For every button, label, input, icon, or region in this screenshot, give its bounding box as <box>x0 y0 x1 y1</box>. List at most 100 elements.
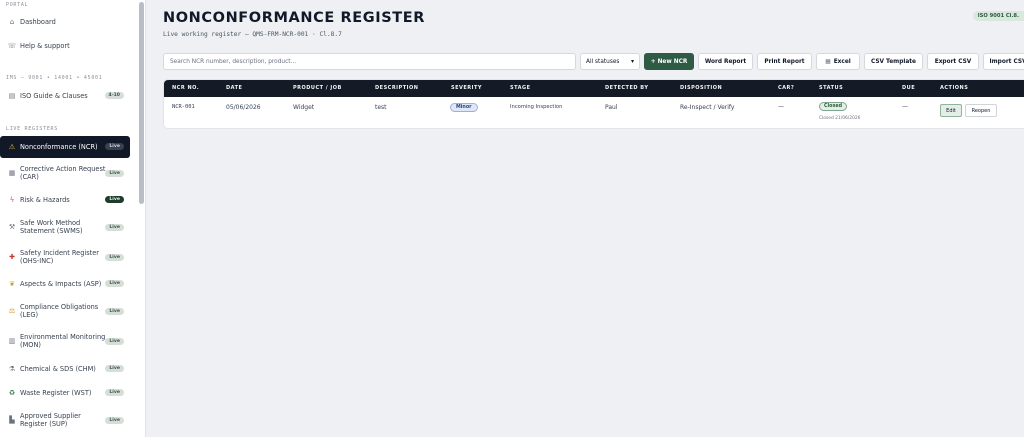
excel-button-label: Excel <box>833 58 851 65</box>
iso-clause-badge: ISO 9001 Cl.8. <box>972 11 1024 21</box>
col-description[interactable]: DESCRIPTION <box>375 85 418 91</box>
sidebar-item-dashboard[interactable]: ⌂ Dashboard <box>0 15 130 29</box>
tools-icon: ⚒ <box>8 223 16 231</box>
status-filter-select[interactable]: All statuses ▾ <box>580 53 640 70</box>
chevron-down-icon: ▾ <box>630 58 634 65</box>
sidebar-item-iso-guide[interactable]: ▤ ISO Guide & Clauses 4-10 <box>0 89 130 103</box>
col-car[interactable]: CAR? <box>778 85 794 91</box>
warning-icon: ⚠ <box>8 143 16 151</box>
sidebar-item-wst[interactable]: ♻ Waste Register (WST) Live <box>0 387 130 399</box>
sidebar-item-label: Help & support <box>20 42 70 50</box>
sidebar-item-label: ISO Guide & Clauses <box>20 92 88 100</box>
col-actions[interactable]: ACTIONS <box>940 85 968 91</box>
excel-button[interactable]: ▦ Excel <box>816 53 860 70</box>
sidebar-item-leg[interactable]: ⚖ Compliance Obligations (LEG) Live <box>0 302 130 320</box>
cell-car: — <box>778 103 784 110</box>
col-detected-by[interactable]: DETECTED BY <box>605 85 648 91</box>
table-header: NCR NO. DATE PRODUCT / JOB DESCRIPTION S… <box>164 80 1024 97</box>
lightning-icon: ϟ <box>9 196 15 204</box>
cell-detected-by: Paul <box>605 104 618 111</box>
reopen-button[interactable]: Reopen <box>965 104 997 117</box>
toolbar: Search NCR number, description, product.… <box>163 53 1024 70</box>
sidebar-item-risk[interactable]: ϟ Risk & Hazards Live <box>0 194 130 206</box>
sidebar: PORTAL ⌂ Dashboard ☏ Help & support IMS … <box>0 0 146 437</box>
search-input[interactable]: Search NCR number, description, product.… <box>163 53 576 70</box>
col-status[interactable]: STATUS <box>819 85 843 91</box>
sidebar-item-help[interactable]: ☏ Help & support <box>0 39 130 53</box>
sidebar-item-label: Environmental Monitoring (MON) <box>20 333 106 349</box>
cell-due: — <box>902 103 908 110</box>
word-report-button[interactable]: Word Report <box>698 53 753 70</box>
live-badge: Live <box>105 338 124 345</box>
print-report-button[interactable]: Print Report <box>757 53 812 70</box>
closed-date: Closed 21/06/2026 <box>819 116 861 121</box>
clause-count-badge: 4-10 <box>104 92 124 99</box>
sidebar-item-sup[interactable]: ▙ Approved Supplier Register (SUP) Live <box>0 411 130 429</box>
sidebar-item-swms[interactable]: ⚒ Safe Work Method Statement (SWMS) Live <box>0 218 130 236</box>
dashboard-icon: ⌂ <box>9 18 15 26</box>
export-csv-button[interactable]: Export CSV <box>927 53 979 70</box>
csv-template-button[interactable]: CSV Template <box>864 53 923 70</box>
sidebar-item-ncr[interactable]: ⚠ Nonconformance (NCR) Live <box>0 136 130 158</box>
severity-badge: Minor <box>450 103 478 112</box>
live-badge: Live <box>105 280 124 287</box>
building-icon: ▙ <box>9 416 15 424</box>
help-icon: ☏ <box>7 42 17 50</box>
status-filter-value: All statuses <box>586 58 620 65</box>
cell-disposition: Re-Inspect / Verify <box>680 104 735 111</box>
live-badge: Live <box>105 389 124 396</box>
col-ncr-no[interactable]: NCR NO. <box>172 85 199 91</box>
main-content: NONCONFORMANCE REGISTER Live working reg… <box>146 0 1024 437</box>
scales-icon: ⚖ <box>8 307 16 315</box>
live-badge: Live <box>105 308 124 315</box>
sidebar-item-label: Chemical & SDS (CHM) <box>20 365 96 373</box>
flask-icon: ⚗ <box>8 365 16 373</box>
chart-icon: ▥ <box>8 337 16 345</box>
sidebar-item-label: Approved Supplier Register (SUP) <box>20 412 81 428</box>
cell-stage: Incoming Inspection <box>510 104 563 110</box>
live-badge: Live <box>105 224 124 231</box>
section-label-live: LIVE REGISTERS <box>6 126 58 132</box>
sidebar-item-label: Compliance Obligations (LEG) <box>20 303 99 319</box>
search-placeholder: Search NCR number, description, product.… <box>170 58 297 65</box>
live-badge: Live <box>105 196 124 203</box>
plant-icon: ❦ <box>9 280 15 288</box>
section-label-portal: PORTAL <box>6 2 29 8</box>
col-date[interactable]: DATE <box>226 85 242 91</box>
live-badge: Live <box>105 170 124 177</box>
sidebar-item-label: Nonconformance (NCR) <box>20 143 98 151</box>
sidebar-item-label: Corrective Action Request (CAR) <box>20 165 106 181</box>
col-severity[interactable]: SEVERITY <box>451 85 482 91</box>
live-badge: Live <box>105 254 124 261</box>
sidebar-item-label: Risk & Hazards <box>20 196 70 204</box>
sidebar-item-label: Waste Register (WST) <box>20 389 92 397</box>
new-ncr-button[interactable]: + New NCR <box>644 53 694 70</box>
sidebar-item-ohs-inc[interactable]: ✚ Safety Incident Register (OHS-INC) Liv… <box>0 248 130 266</box>
sidebar-item-asp[interactable]: ❦ Aspects & Impacts (ASP) Live <box>0 278 130 290</box>
live-badge: Live <box>105 143 124 150</box>
sidebar-item-car[interactable]: ▦ Corrective Action Request (CAR) Live <box>0 164 130 182</box>
cell-product: Widget <box>293 104 315 111</box>
status-badge: Closed <box>819 102 848 111</box>
book-icon: ▤ <box>8 92 16 100</box>
col-disposition[interactable]: DISPOSITION <box>680 85 722 91</box>
sidebar-item-label: Aspects & Impacts (ASP) <box>20 280 102 288</box>
import-csv-button[interactable]: Import CSV <box>983 53 1024 70</box>
sidebar-item-mon[interactable]: ▥ Environmental Monitoring (MON) Live <box>0 332 130 350</box>
cell-date: 05/06/2026 <box>226 104 261 111</box>
sidebar-item-chm[interactable]: ⚗ Chemical & SDS (CHM) Live <box>0 363 130 375</box>
col-stage[interactable]: STAGE <box>510 85 531 91</box>
col-product[interactable]: PRODUCT / JOB <box>293 85 342 91</box>
cell-ncr-no: NCR-001 <box>172 104 195 110</box>
sidebar-item-label: Dashboard <box>20 18 56 26</box>
col-due[interactable]: DUE <box>902 85 915 91</box>
live-badge: Live <box>105 417 124 424</box>
recycle-icon: ♻ <box>8 389 16 397</box>
sidebar-scrollbar[interactable] <box>139 2 144 204</box>
sidebar-item-label: Safe Work Method Statement (SWMS) <box>20 219 83 235</box>
table-row[interactable]: NCR-001 05/06/2026 Widget test Minor Inc… <box>164 97 1024 128</box>
clipboard-icon: ▦ <box>8 169 16 177</box>
cell-description: test <box>375 104 387 111</box>
edit-button[interactable]: Edit <box>940 104 962 117</box>
spreadsheet-icon: ▦ <box>825 58 831 65</box>
